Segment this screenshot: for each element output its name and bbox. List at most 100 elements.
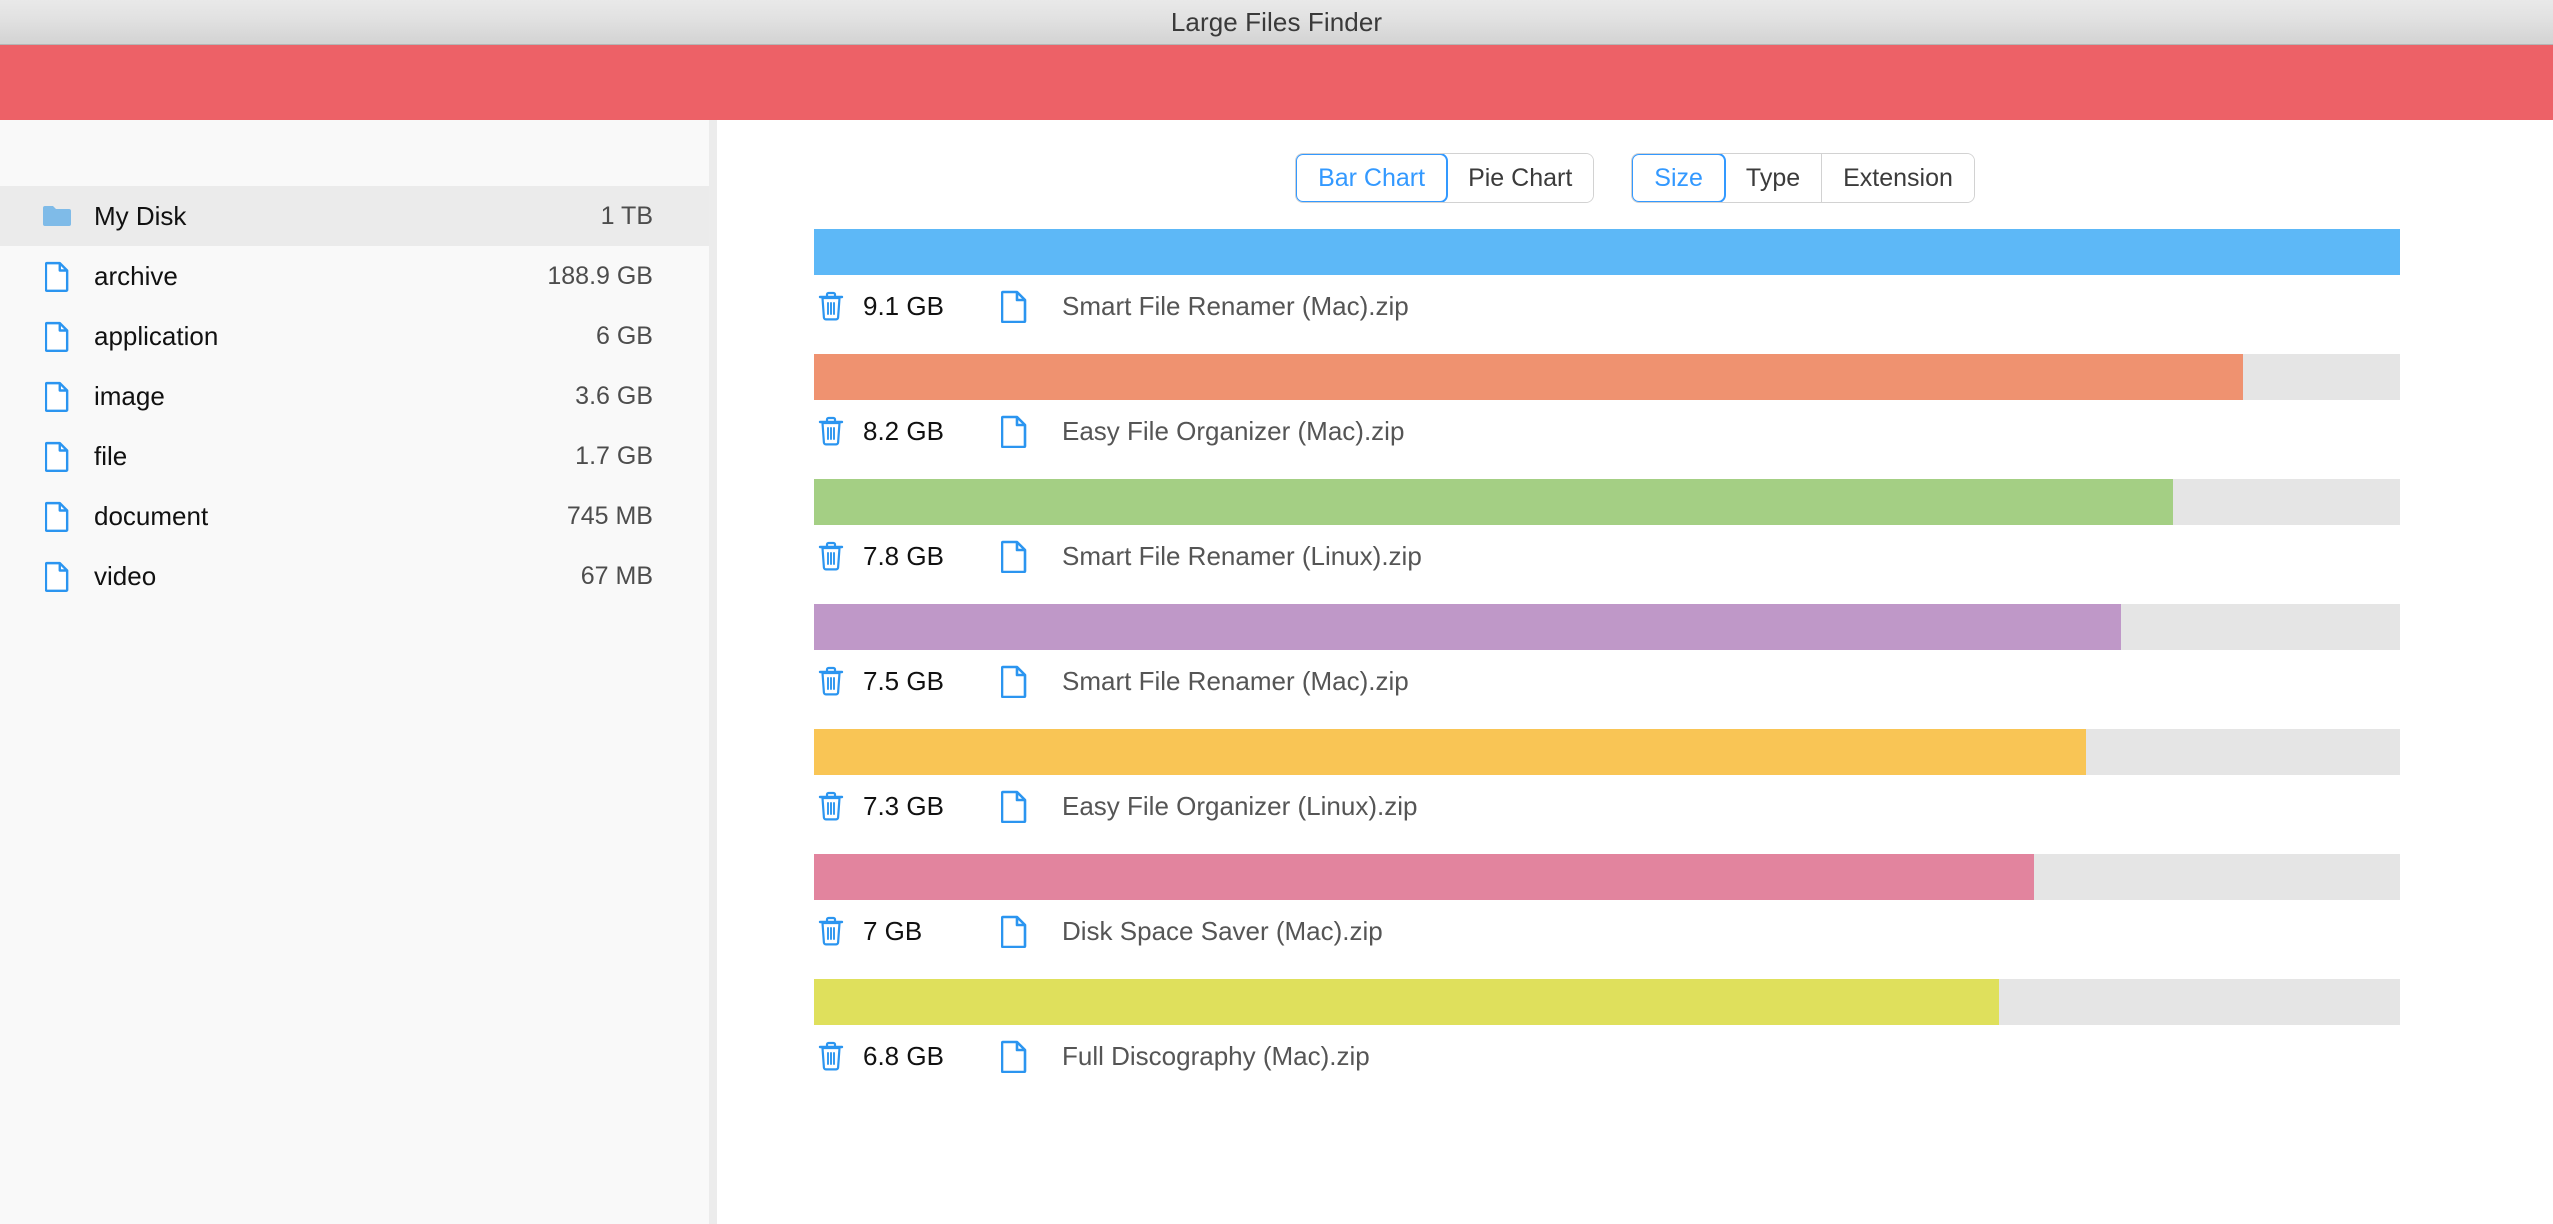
- sidebar-item-label: application: [94, 321, 578, 352]
- file-icon: [999, 790, 1029, 823]
- app-banner: [0, 45, 2553, 120]
- sidebar-item-document[interactable]: document 745 MB: [0, 486, 709, 546]
- file-icon: [40, 321, 74, 352]
- file-size-label: 8.2 GB: [863, 416, 983, 447]
- sidebar-item-file[interactable]: file 1.7 GB: [0, 426, 709, 486]
- sidebar-item-my-disk[interactable]: My Disk 1 TB: [0, 186, 709, 246]
- bar-row: 7.5 GB Smart File Renamer (Mac).zip: [814, 604, 2400, 712]
- bar-row-meta: 7.5 GB Smart File Renamer (Mac).zip: [814, 650, 2400, 712]
- bar-row: 7.8 GB Smart File Renamer (Linux).zip: [814, 479, 2400, 587]
- bar-track: [814, 354, 2400, 400]
- bar-row: 8.2 GB Easy File Organizer (Mac).zip: [814, 354, 2400, 462]
- file-icon: [999, 1040, 1029, 1073]
- chart-type-option-pie-chart[interactable]: Pie Chart: [1447, 154, 1593, 202]
- sidebar-item-label: archive: [94, 261, 529, 292]
- file-icon: [40, 381, 74, 412]
- file-icon: [999, 915, 1029, 948]
- chart-type-segmented-control[interactable]: Bar ChartPie Chart: [1295, 153, 1594, 203]
- sidebar-item-label: document: [94, 501, 549, 532]
- app-window: Large Files Finder My Disk 1 TB archive 188…: [0, 0, 2553, 1224]
- file-name-label[interactable]: Easy File Organizer (Mac).zip: [1062, 416, 1404, 447]
- group-by-segmented-control[interactable]: SizeTypeExtension: [1631, 153, 1975, 203]
- bar-track: [814, 979, 2400, 1025]
- sidebar-item-video[interactable]: video 67 MB: [0, 546, 709, 606]
- group-by-option-size[interactable]: Size: [1631, 153, 1726, 203]
- sidebar-item-archive[interactable]: archive 188.9 GB: [0, 246, 709, 306]
- sidebar-item-size: 3.6 GB: [575, 382, 653, 411]
- bar-fill: [814, 229, 2400, 275]
- bar-row-meta: 6.8 GB Full Discography (Mac).zip: [814, 1025, 2400, 1087]
- bar-row-meta: 7.3 GB Easy File Organizer (Linux).zip: [814, 775, 2400, 837]
- file-icon: [40, 561, 74, 592]
- file-name-label[interactable]: Full Discography (Mac).zip: [1062, 1041, 1370, 1072]
- folder-icon: [40, 204, 74, 228]
- bar-row: 6.8 GB Full Discography (Mac).zip: [814, 979, 2400, 1087]
- file-size-label: 7.3 GB: [863, 791, 983, 822]
- trash-icon[interactable]: [814, 416, 848, 446]
- trash-icon[interactable]: [814, 541, 848, 571]
- bar-chart: 9.1 GB Smart File Renamer (Mac).zip 8.2 GB…: [717, 213, 2553, 1224]
- bar-track: [814, 854, 2400, 900]
- chart-type-option-bar-chart[interactable]: Bar Chart: [1295, 153, 1448, 203]
- file-name-label[interactable]: Smart File Renamer (Mac).zip: [1062, 291, 1409, 322]
- sidebar-item-label: My Disk: [94, 201, 583, 232]
- bar-fill: [814, 604, 2121, 650]
- window-title: Large Files Finder: [1171, 7, 1382, 38]
- group-by-option-type[interactable]: Type: [1725, 154, 1822, 202]
- bar-row: 7 GB Disk Space Saver (Mac).zip: [814, 854, 2400, 962]
- bar-fill: [814, 479, 2173, 525]
- trash-icon[interactable]: [814, 916, 848, 946]
- bar-fill: [814, 729, 2086, 775]
- main-content: Bar ChartPie Chart SizeTypeExtension 9.1…: [717, 120, 2553, 1224]
- bar-row-meta: 9.1 GB Smart File Renamer (Mac).zip: [814, 275, 2400, 337]
- chart-toolbar: Bar ChartPie Chart SizeTypeExtension: [717, 120, 2553, 213]
- sidebar-item-label: file: [94, 441, 557, 472]
- sidebar-item-size: 6 GB: [596, 322, 653, 351]
- bar-row-meta: 7.8 GB Smart File Renamer (Linux).zip: [814, 525, 2400, 587]
- bar-fill: [814, 354, 2243, 400]
- file-size-label: 7.8 GB: [863, 541, 983, 572]
- bar-row-meta: 7 GB Disk Space Saver (Mac).zip: [814, 900, 2400, 962]
- sidebar-item-size: 67 MB: [581, 562, 653, 591]
- sidebar-item-label: image: [94, 381, 557, 412]
- file-icon: [40, 261, 74, 292]
- file-icon: [999, 665, 1029, 698]
- trash-icon[interactable]: [814, 791, 848, 821]
- sidebar-item-application[interactable]: application 6 GB: [0, 306, 709, 366]
- bar-track: [814, 229, 2400, 275]
- file-icon: [999, 415, 1029, 448]
- title-bar: Large Files Finder: [0, 0, 2553, 45]
- file-size-label: 9.1 GB: [863, 291, 983, 322]
- sidebar: My Disk 1 TB archive 188.9 GB application 6 G…: [0, 120, 717, 1224]
- trash-icon[interactable]: [814, 666, 848, 696]
- trash-icon[interactable]: [814, 291, 848, 321]
- sidebar-item-image[interactable]: image 3.6 GB: [0, 366, 709, 426]
- file-icon: [40, 501, 74, 532]
- sidebar-item-label: video: [94, 561, 563, 592]
- sidebar-item-size: 188.9 GB: [547, 262, 653, 291]
- bar-track: [814, 729, 2400, 775]
- bar-track: [814, 479, 2400, 525]
- bar-row-meta: 8.2 GB Easy File Organizer (Mac).zip: [814, 400, 2400, 462]
- sidebar-item-size: 1 TB: [601, 202, 653, 231]
- group-by-option-extension[interactable]: Extension: [1822, 154, 1974, 202]
- bar-fill: [814, 979, 1999, 1025]
- file-size-label: 7.5 GB: [863, 666, 983, 697]
- bar-track: [814, 604, 2400, 650]
- bar-row: 7.3 GB Easy File Organizer (Linux).zip: [814, 729, 2400, 837]
- file-name-label[interactable]: Smart File Renamer (Linux).zip: [1062, 541, 1422, 572]
- file-name-label[interactable]: Smart File Renamer (Mac).zip: [1062, 666, 1409, 697]
- file-icon: [999, 540, 1029, 573]
- file-name-label[interactable]: Disk Space Saver (Mac).zip: [1062, 916, 1383, 947]
- bar-row: 9.1 GB Smart File Renamer (Mac).zip: [814, 229, 2400, 337]
- sidebar-list: My Disk 1 TB archive 188.9 GB application 6 G…: [0, 186, 709, 606]
- file-size-label: 7 GB: [863, 916, 983, 947]
- body: My Disk 1 TB archive 188.9 GB application 6 G…: [0, 120, 2553, 1224]
- file-icon: [999, 290, 1029, 323]
- trash-icon[interactable]: [814, 1041, 848, 1071]
- sidebar-item-size: 1.7 GB: [575, 442, 653, 471]
- file-size-label: 6.8 GB: [863, 1041, 983, 1072]
- file-name-label[interactable]: Easy File Organizer (Linux).zip: [1062, 791, 1417, 822]
- file-icon: [40, 441, 74, 472]
- sidebar-item-size: 745 MB: [567, 502, 653, 531]
